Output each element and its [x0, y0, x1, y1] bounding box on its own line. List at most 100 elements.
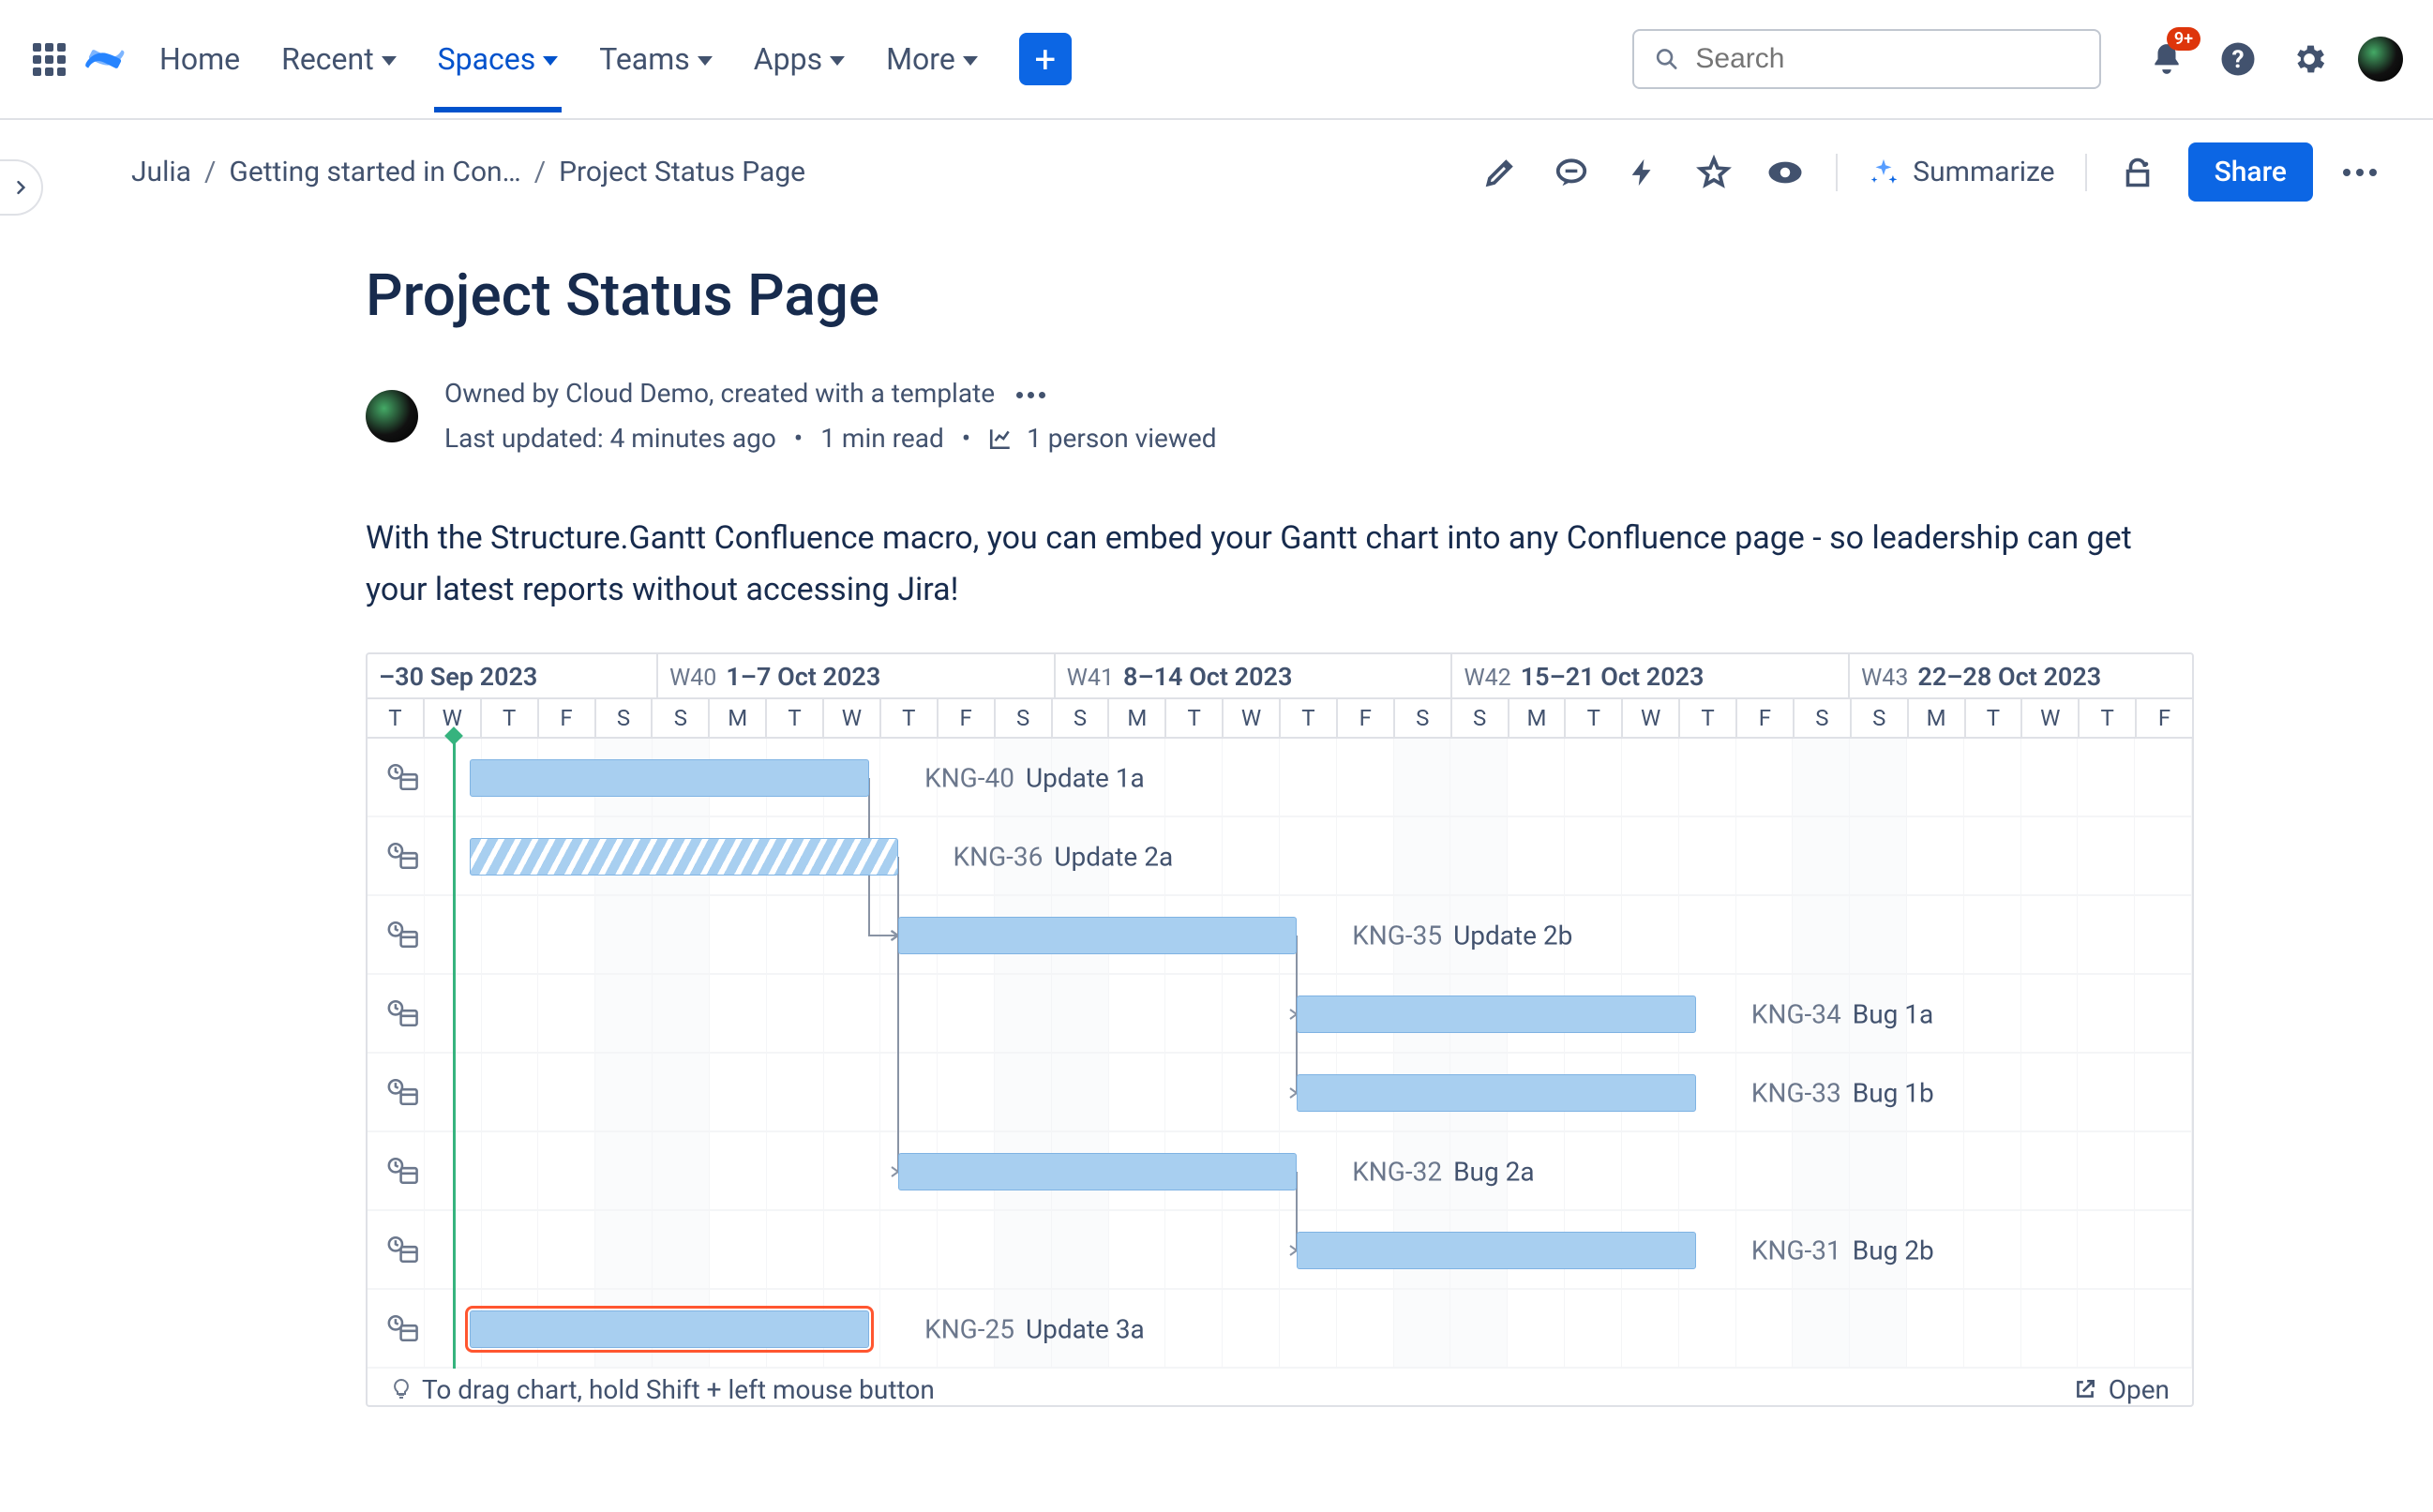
gantt-bar-label: KNG-34Bug 1a [1751, 998, 1933, 1029]
automation-icon[interactable] [1622, 152, 1663, 193]
star-icon[interactable] [1693, 152, 1735, 193]
gantt-row: KNG-25Update 3a [368, 1290, 2192, 1369]
gantt-bar[interactable]: KNG-31Bug 2b [1297, 1232, 1696, 1269]
edit-icon[interactable] [1479, 152, 1521, 193]
nav-icons: 9+ ? [2144, 37, 2403, 82]
app-switcher-icon[interactable] [30, 40, 68, 78]
gantt-day: W [1224, 699, 1281, 737]
confluence-logo-icon[interactable] [84, 38, 126, 80]
nav-recent[interactable]: Recent [281, 7, 397, 111]
chevron-down-icon [382, 56, 397, 66]
gantt-day-header: TWTFSSMTWTFSSMTWTFSSMTWTFSSMTWTF [368, 699, 2192, 739]
gantt-day: F [1737, 699, 1795, 737]
nav-spaces-label: Spaces [438, 41, 536, 77]
gantt-open-link[interactable]: Open [2073, 1374, 2170, 1405]
divider [2085, 154, 2087, 191]
search-box[interactable] [1632, 29, 2101, 89]
divider [1836, 154, 1838, 191]
gantt-day: F [939, 699, 996, 737]
breadcrumb: Julia / Getting started in Con… / Projec… [131, 156, 805, 188]
page-title: Project Status Page [366, 262, 2194, 330]
gantt-hint: To drag chart, hold Shift + left mouse b… [390, 1374, 935, 1405]
more-actions-icon[interactable] [2343, 169, 2377, 176]
gantt-body[interactable]: KNG-40Update 1a KNG-36Update 2a KNG-35Upda… [368, 739, 2192, 1369]
gantt-row: KNG-31Bug 2b [368, 1211, 2192, 1290]
page-meta: Owned by Cloud Demo, created with a temp… [366, 371, 2194, 460]
lightbulb-icon [390, 1378, 413, 1400]
breadcrumb-sep: / [204, 156, 216, 188]
chevron-down-icon [830, 56, 845, 66]
gantt-week: W418–14 Oct 2023 [1056, 654, 1453, 697]
nav-teams[interactable]: Teams [599, 7, 713, 111]
summarize-button[interactable]: Summarize [1868, 156, 2054, 188]
nav-home[interactable]: Home [159, 7, 240, 111]
top-nav: Home Recent Spaces Teams Apps More + 9+ … [0, 0, 2433, 120]
comment-icon[interactable] [1551, 152, 1592, 193]
gantt-bar-label: KNG-40Update 1a [924, 762, 1145, 793]
gantt-day: T [767, 699, 824, 737]
user-avatar[interactable] [2358, 37, 2403, 82]
gantt-week: –30 Sep 2023 [368, 654, 658, 697]
gantt-bar[interactable]: KNG-32Bug 2a [898, 1153, 1298, 1190]
gantt-bar-label: KNG-36Update 2a [954, 841, 1174, 872]
author-avatar[interactable] [366, 390, 418, 442]
watch-icon[interactable] [1765, 152, 1806, 193]
summarize-label: Summarize [1913, 156, 2054, 188]
gantt-day: T [1566, 699, 1623, 737]
gantt-bar-label: KNG-25Update 3a [924, 1313, 1145, 1344]
breadcrumb-parent[interactable]: Getting started in Con… [229, 156, 520, 188]
settings-icon[interactable] [2287, 37, 2332, 82]
breadcrumb-space[interactable]: Julia [131, 156, 191, 188]
task-type-icon [386, 999, 418, 1027]
gantt-day: T [1166, 699, 1224, 737]
nav-links: Home Recent Spaces Teams Apps More [159, 7, 978, 111]
gantt-day: S [596, 699, 653, 737]
gantt-day: S [653, 699, 710, 737]
gantt-day: F [1338, 699, 1395, 737]
today-marker [453, 739, 456, 1369]
gantt-day: M [1509, 699, 1567, 737]
gantt-bar[interactable]: KNG-34Bug 1a [1297, 996, 1696, 1033]
task-type-icon [386, 842, 418, 870]
gantt-bar[interactable]: KNG-36Update 2a [470, 838, 897, 876]
gantt-bar[interactable]: KNG-40Update 1a [470, 759, 869, 797]
nav-more[interactable]: More [886, 7, 978, 111]
help-icon[interactable]: ? [2215, 37, 2260, 82]
gantt-day: S [1452, 699, 1509, 737]
gantt-bar-label: KNG-33Bug 1b [1751, 1077, 1934, 1108]
chevron-down-icon [963, 56, 978, 66]
restrictions-icon[interactable] [2117, 152, 2158, 193]
external-link-icon [2073, 1377, 2097, 1401]
nav-apps[interactable]: Apps [754, 7, 845, 111]
page-header-bar: Julia / Getting started in Con… / Projec… [0, 120, 2433, 224]
gantt-footer: To drag chart, hold Shift + left mouse b… [368, 1369, 2192, 1405]
svg-text:?: ? [2231, 46, 2244, 74]
gantt-day: T [881, 699, 939, 737]
nav-teams-label: Teams [599, 41, 690, 77]
search-input[interactable] [1693, 42, 2079, 76]
gantt-day: W [824, 699, 881, 737]
gantt-day: T [368, 699, 425, 737]
breadcrumb-current: Project Status Page [559, 156, 805, 188]
gantt-day: T [482, 699, 539, 737]
chevron-down-icon [543, 56, 558, 66]
create-button[interactable]: + [1019, 33, 1072, 85]
gantt-day: T [1680, 699, 1737, 737]
nav-spaces[interactable]: Spaces [438, 7, 559, 111]
byline-more-icon[interactable] [1016, 392, 1045, 398]
gantt-bar[interactable]: KNG-25Update 3a [470, 1310, 869, 1348]
chevron-down-icon [698, 56, 713, 66]
views-line[interactable]: 1 person viewed [1027, 423, 1216, 454]
gantt-bar-label: KNG-31Bug 2b [1751, 1235, 1934, 1265]
gantt-bar[interactable]: KNG-33Bug 1b [1297, 1074, 1696, 1112]
notifications-badge: 9+ [2167, 27, 2200, 51]
gantt-bar[interactable]: KNG-35Update 2b [898, 917, 1298, 954]
gantt-bar-label: KNG-32Bug 2a [1352, 1156, 1534, 1187]
page-content: Project Status Page Owned by Cloud Demo,… [0, 262, 2250, 1407]
meta-text: Owned by Cloud Demo, created with a temp… [444, 371, 1217, 460]
share-button[interactable]: Share [2188, 142, 2313, 202]
gantt-day: W [2022, 699, 2080, 737]
notifications-icon[interactable]: 9+ [2144, 37, 2189, 82]
nav-apps-label: Apps [754, 41, 822, 77]
breadcrumb-sep: / [534, 156, 546, 188]
